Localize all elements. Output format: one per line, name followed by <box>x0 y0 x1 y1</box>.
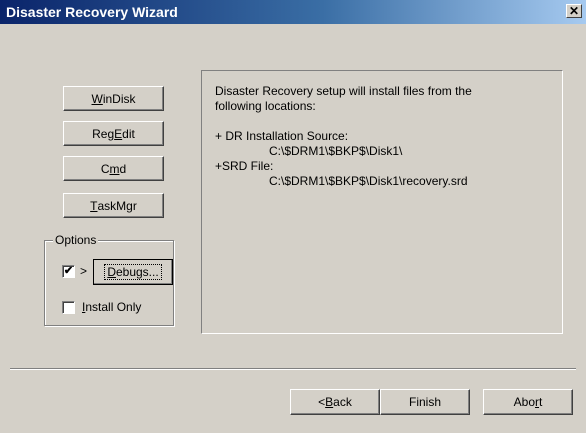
install-only-checkbox[interactable] <box>62 301 75 314</box>
info-line-2: following locations: <box>215 99 316 113</box>
info-line-6: C:\$DRM1\$BKP$\Disk1\recovery.srd <box>269 174 468 188</box>
finish-button[interactable]: Finish <box>380 389 470 415</box>
info-panel: Disaster Recovery setup will install fil… <box>201 70 563 334</box>
options-label: Options <box>53 233 99 247</box>
windisk-button[interactable]: WinDisk <box>63 86 164 111</box>
info-line-1: Disaster Recovery setup will install fil… <box>215 84 472 98</box>
info-line-3: + DR Installation Source: <box>215 129 349 143</box>
debugs-button[interactable]: Debugs... <box>93 259 173 285</box>
title-bar[interactable]: Disaster Recovery Wizard ✕ <box>0 0 586 24</box>
regedit-button[interactable]: Reg Edit <box>63 121 164 146</box>
windisk-accelerator: W <box>91 91 103 106</box>
back-button[interactable]: < Back <box>290 389 380 415</box>
abort-button[interactable]: Abo r t <box>483 389 573 415</box>
check-icon: ✔ <box>63 265 74 277</box>
window-title: Disaster Recovery Wizard <box>6 4 178 20</box>
install-only-label[interactable]: Install Only <box>82 300 141 314</box>
regedit-accelerator: E <box>114 126 123 141</box>
taskmgr-accelerator: T <box>90 198 98 213</box>
debugs-label: Debugs... <box>104 264 162 280</box>
cmd-button[interactable]: Cmd <box>63 156 164 181</box>
close-button[interactable]: ✕ <box>566 4 582 18</box>
cmd-accelerator: m <box>109 161 120 176</box>
debug-arrow: > <box>80 264 88 278</box>
info-line-5: +SRD File: <box>215 159 274 173</box>
taskmgr-button[interactable]: TaskMgr <box>63 193 164 218</box>
footer-separator <box>10 368 576 370</box>
close-icon: ✕ <box>568 4 580 18</box>
debug-checkbox[interactable]: ✔ <box>62 265 75 278</box>
info-line-4: C:\$DRM1\$BKP$\Disk1\ <box>269 144 403 158</box>
